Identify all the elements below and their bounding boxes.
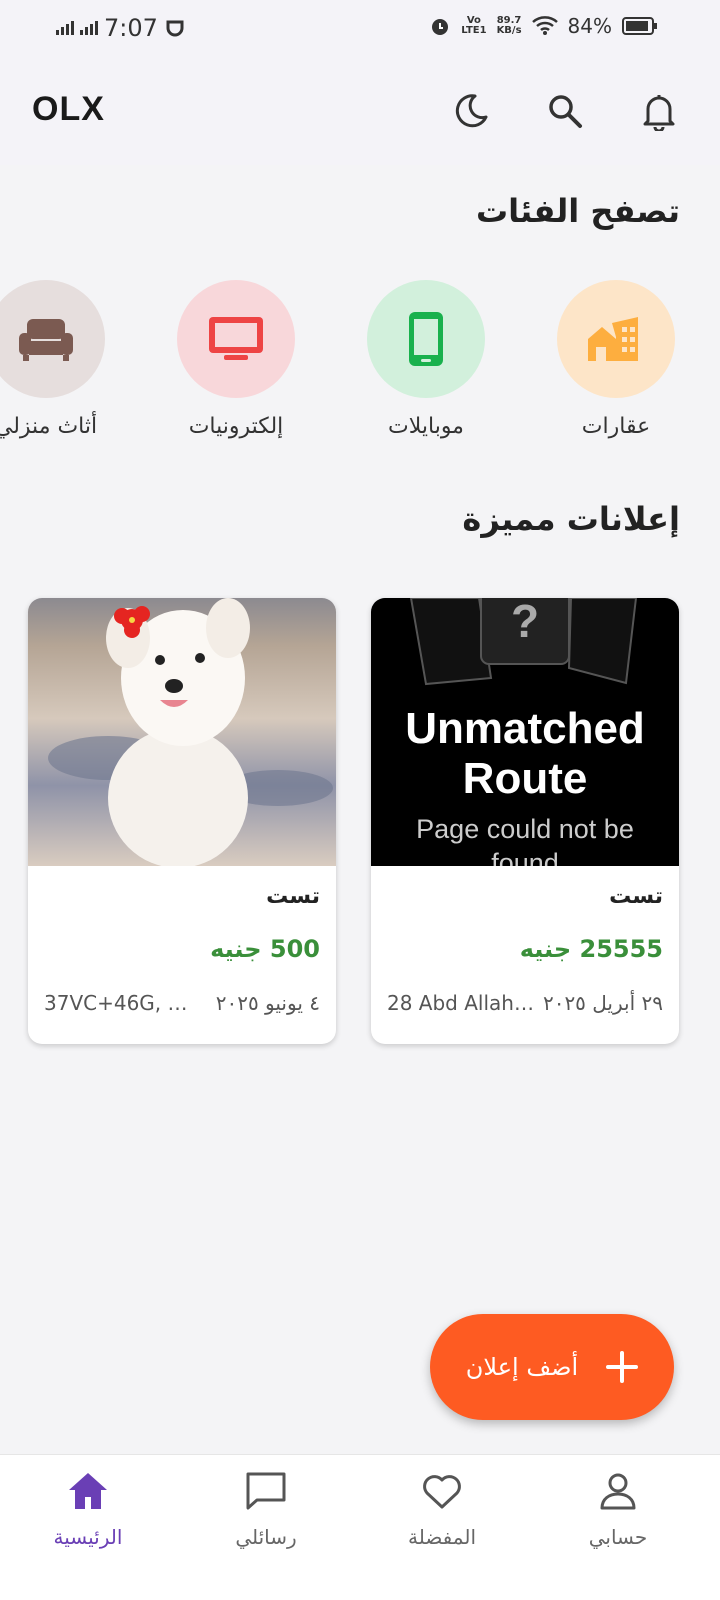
app-bar: OLX [0, 60, 720, 165]
status-time: 7:07 [104, 14, 158, 42]
wifi-icon [531, 16, 558, 35]
categories-title: تصفح الفئات [475, 192, 680, 230]
nav-profile[interactable]: حسابي [538, 1471, 698, 1549]
bottom-navigation: الرئيسية رسائلي المفضلة حسابي [0, 1454, 720, 1600]
real-estate-icon [588, 317, 638, 361]
nav-label: المفضلة [407, 1525, 477, 1549]
category-mobiles[interactable]: موبايلات [346, 280, 506, 439]
placeholder-title: Unmatched Route [405, 704, 645, 803]
ad-image-placeholder: ? Unmatched Route Page could not be foun… [371, 598, 679, 866]
nav-label: رسائلي [235, 1525, 297, 1549]
placeholder-question-mark: ? [510, 598, 540, 647]
category-label: إلكترونيات [188, 414, 284, 439]
ad-date: ٢٩ أبريل ٢٠٢٥ [542, 991, 663, 1015]
nav-label: الرئيسية [53, 1525, 123, 1549]
ad-title: تست [609, 884, 663, 909]
category-electronics[interactable]: إلكترونيات [156, 280, 316, 439]
category-icon-circle [557, 280, 675, 398]
plus-icon [606, 1351, 639, 1383]
category-label: أثاث منزلي [0, 414, 98, 439]
mobile-icon [409, 312, 443, 366]
tv-icon [209, 317, 263, 360]
nav-label: حسابي [588, 1525, 648, 1549]
sofa-icon [19, 319, 73, 361]
category-real-estate[interactable]: عقارات [536, 280, 696, 439]
ad-card[interactable]: تست 500 جنيه ٤ يونيو ٢٠٢٥ 37VC+46G, AZ .… [28, 598, 336, 1044]
puppy-photo [48, 598, 333, 866]
ad-price: 500 جنيه [210, 935, 320, 963]
speed-unit: KB/s [496, 25, 522, 36]
ad-card[interactable]: ? Unmatched Route Page could not be foun… [371, 598, 679, 1044]
add-ad-label: أضف إعلان [465, 1353, 579, 1381]
moon-icon [455, 94, 488, 128]
alarm-icon [432, 19, 449, 35]
category-furniture[interactable]: أثاث منزلي [0, 280, 126, 439]
category-label: عقارات [581, 414, 651, 439]
signal-icon [56, 21, 74, 35]
category-icon-circle [0, 280, 105, 398]
search-icon [549, 95, 582, 128]
nav-messages[interactable]: رسائلي [186, 1471, 346, 1549]
network-label: LTE1 [461, 25, 487, 36]
battery-icon [622, 17, 657, 35]
ad-location: 28 Abd Allah El... [387, 991, 537, 1015]
ad-price: 25555 جنيه [519, 935, 663, 963]
dark-mode-button[interactable] [448, 88, 494, 134]
category-icon-circle [177, 280, 295, 398]
battery-percent: 84% [567, 14, 612, 38]
bell-icon [643, 95, 675, 131]
home-icon [69, 1473, 107, 1509]
notification-icon [166, 20, 184, 37]
nav-favorites[interactable]: المفضلة [362, 1471, 522, 1549]
featured-title: إعلانات مميزة [462, 500, 680, 538]
profile-icon [600, 1473, 636, 1510]
brand-logo: OLX [32, 90, 105, 128]
nav-home[interactable]: الرئيسية [8, 1471, 168, 1549]
search-button[interactable] [542, 88, 588, 134]
category-icon-circle [367, 280, 485, 398]
ad-date: ٤ يونيو ٢٠٢٥ [215, 991, 320, 1015]
notifications-button[interactable] [636, 88, 682, 134]
add-ad-button[interactable]: أضف إعلان [430, 1314, 674, 1420]
ad-location: 37VC+46G, AZ ... [44, 991, 194, 1015]
heart-icon [423, 1475, 461, 1509]
ad-photo [28, 598, 336, 866]
signal-icon-2 [80, 21, 98, 35]
status-bar: 7:07 Vo LTE1 89.7 KB/s 84% [0, 0, 720, 60]
category-label: موبايلات [388, 414, 464, 439]
ad-title: تست [266, 884, 320, 909]
placeholder-subtitle: Page could not be found [416, 814, 634, 866]
message-icon [246, 1472, 286, 1510]
